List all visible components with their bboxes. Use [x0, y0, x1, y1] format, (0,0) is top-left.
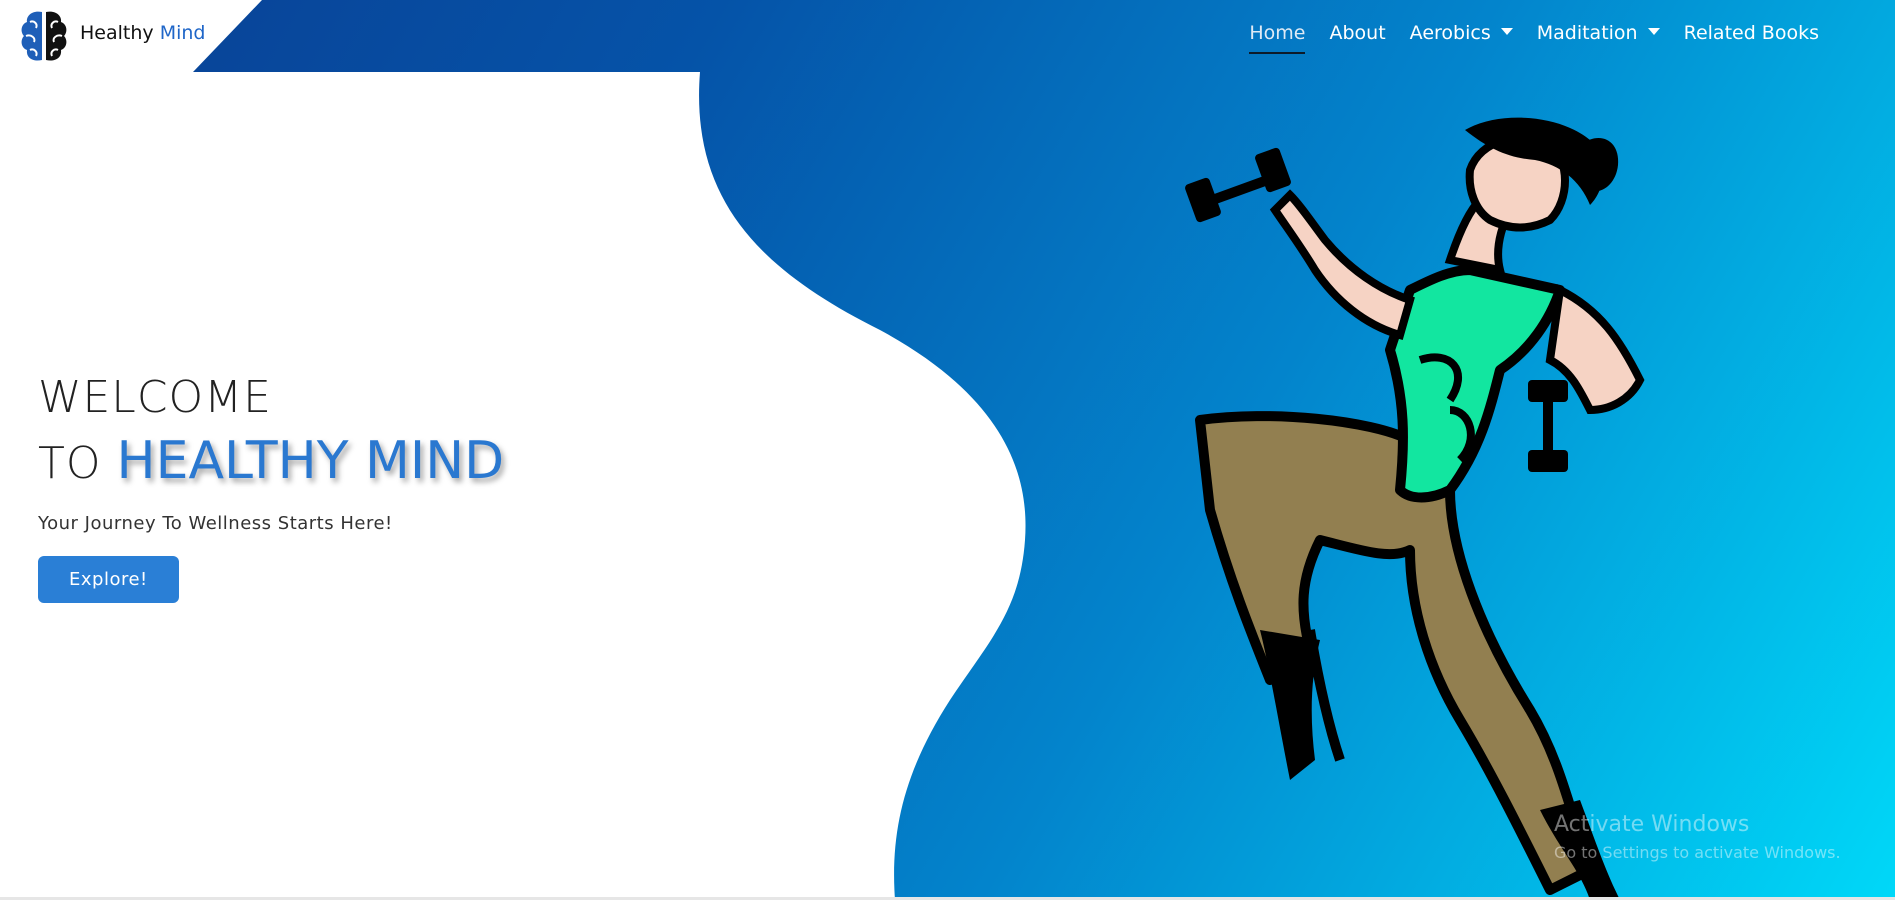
caret-down-icon [1500, 28, 1513, 35]
nav-aerobics-dropdown[interactable]: Aerobics [1398, 18, 1525, 54]
hero-to: TO [38, 438, 102, 489]
hero-title: TO HEALTHY MIND [38, 434, 504, 491]
main-nav: Home About Aerobics Maditation Related B… [1237, 18, 1831, 54]
nav-related-books-label: Related Books [1683, 22, 1819, 44]
brain-icon [21, 11, 67, 61]
navbar: Healthy Mind Home About Aerobics Maditat… [0, 0, 1895, 72]
caret-down-icon [1647, 28, 1660, 35]
aerobics-woman-illustration [1185, 117, 1645, 900]
hero-tagline: Your Journey To Wellness Starts Here! [38, 513, 393, 534]
brand-name-part2: Mind [159, 22, 206, 44]
nav-maditation-label: Maditation [1536, 22, 1638, 44]
watermark-subtitle: Go to Settings to activate Windows. [1554, 843, 1841, 862]
nav-about[interactable]: About [1317, 18, 1397, 54]
nav-aerobics-label: Aerobics [1409, 22, 1491, 44]
watermark-title: Activate Windows [1554, 812, 1750, 837]
nav-home[interactable]: Home [1237, 18, 1317, 54]
hero-brand-word: HEALTHY MIND [116, 431, 505, 491]
activate-windows-watermark: Activate Windows Go to Settings to activ… [1554, 812, 1841, 862]
brand-name: Healthy Mind [80, 22, 205, 44]
brand-name-part1: Healthy [80, 22, 154, 44]
nav-related-books[interactable]: Related Books [1672, 18, 1831, 54]
nav-home-label: Home [1249, 22, 1306, 44]
hero-welcome: WELCOME [38, 372, 272, 423]
explore-button[interactable]: Explore! [38, 556, 179, 603]
hero-section: WELCOME TO HEALTHY MIND Your Journey To … [38, 372, 504, 603]
nav-about-label: About [1329, 22, 1386, 44]
nav-maditation-dropdown[interactable]: Maditation [1525, 18, 1672, 54]
